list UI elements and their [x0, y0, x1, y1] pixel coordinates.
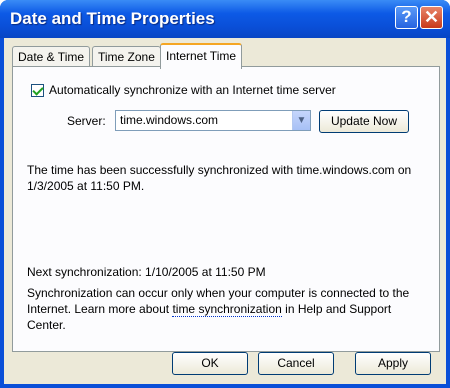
close-button[interactable]: ✕	[420, 6, 443, 29]
cancel-button[interactable]: Cancel	[258, 352, 334, 375]
dialog-window: Date and Time Properties ? ✕ Date & Time…	[0, 0, 450, 388]
ok-button[interactable]: OK	[172, 352, 248, 375]
dialog-client-area: Date & Time Time Zone Internet Time Auto…	[4, 38, 446, 384]
tab-date-time[interactable]: Date & Time	[12, 46, 91, 67]
info-line-2: Internet. Learn more about time synchron…	[27, 302, 392, 317]
server-value: time.windows.com	[120, 113, 219, 127]
auto-sync-checkbox[interactable]	[31, 84, 44, 97]
server-combobox[interactable]: time.windows.com ▼	[115, 110, 311, 131]
info-line-1: Synchronization can occur only when your…	[27, 286, 410, 300]
info-line-2-pre: Internet. Learn more about	[27, 302, 173, 316]
info-line-2-post: in Help and Support	[281, 302, 392, 316]
auto-sync-label[interactable]: Automatically synchronize with an Intern…	[49, 83, 336, 97]
chevron-down-icon[interactable]: ▼	[292, 111, 310, 130]
close-icon: ✕	[423, 7, 440, 27]
server-label: Server:	[67, 114, 106, 128]
time-sync-help-link[interactable]: time synchronization	[172, 302, 282, 317]
info-line-3: Center.	[27, 318, 66, 332]
help-button[interactable]: ?	[395, 6, 418, 29]
internet-time-panel: Automatically synchronize with an Intern…	[12, 66, 440, 352]
sync-status-line-1: The time has been successfully synchroni…	[27, 163, 412, 177]
window-title: Date and Time Properties	[10, 9, 215, 28]
next-sync-text: Next synchronization: 1/10/2005 at 11:50…	[27, 265, 266, 279]
help-icon: ?	[401, 7, 412, 26]
tab-time-zone[interactable]: Time Zone	[92, 46, 161, 67]
title-bar[interactable]: Date and Time Properties ? ✕	[0, 0, 450, 38]
tab-internet-time[interactable]: Internet Time	[160, 43, 243, 69]
apply-button[interactable]: Apply	[355, 352, 431, 375]
sync-status-line-2: 1/3/2005 at 11:50 PM.	[27, 179, 145, 193]
update-now-button[interactable]: Update Now	[319, 110, 409, 133]
